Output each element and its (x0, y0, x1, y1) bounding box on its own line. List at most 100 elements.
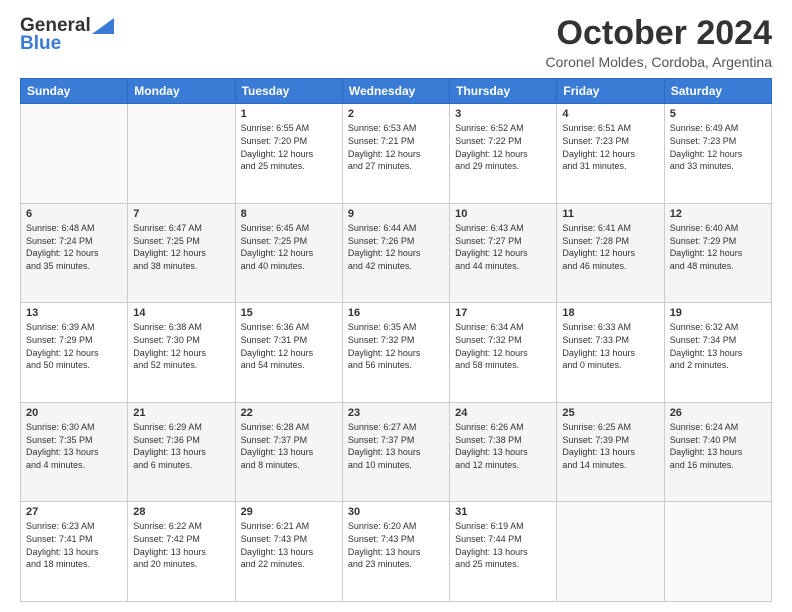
day-info: Sunrise: 6:48 AM Sunset: 7:24 PM Dayligh… (26, 222, 122, 272)
day-number: 13 (26, 307, 122, 319)
day-number: 5 (670, 108, 766, 120)
page: General Blue October 2024 Coronel Moldes… (0, 0, 792, 612)
title-section: October 2024 Coronel Moldes, Cordoba, Ar… (546, 15, 772, 70)
calendar-cell: 3 Sunrise: 6:52 AM Sunset: 7:22 PM Daylig… (450, 104, 557, 204)
day-info: Sunrise: 6:41 AM Sunset: 7:28 PM Dayligh… (562, 222, 658, 272)
day-header-saturday: Saturday (664, 79, 771, 104)
day-info: Sunrise: 6:43 AM Sunset: 7:27 PM Dayligh… (455, 222, 551, 272)
calendar-cell: 8 Sunrise: 6:45 AM Sunset: 7:25 PM Daylig… (235, 203, 342, 303)
calendar-cell: 9 Sunrise: 6:44 AM Sunset: 7:26 PM Daylig… (342, 203, 449, 303)
day-number: 30 (348, 506, 444, 518)
day-number: 16 (348, 307, 444, 319)
calendar-cell: 2 Sunrise: 6:53 AM Sunset: 7:21 PM Daylig… (342, 104, 449, 204)
day-number: 8 (241, 208, 337, 220)
day-info: Sunrise: 6:55 AM Sunset: 7:20 PM Dayligh… (241, 122, 337, 172)
day-number: 15 (241, 307, 337, 319)
day-info: Sunrise: 6:36 AM Sunset: 7:31 PM Dayligh… (241, 321, 337, 371)
day-info: Sunrise: 6:40 AM Sunset: 7:29 PM Dayligh… (670, 222, 766, 272)
day-info: Sunrise: 6:26 AM Sunset: 7:38 PM Dayligh… (455, 421, 551, 471)
calendar-cell (21, 104, 128, 204)
day-info: Sunrise: 6:51 AM Sunset: 7:23 PM Dayligh… (562, 122, 658, 172)
header: General Blue October 2024 Coronel Moldes… (20, 15, 772, 70)
day-number: 10 (455, 208, 551, 220)
calendar-week-3: 13Sunrise: 6:39 AM Sunset: 7:29 PM Dayli… (21, 303, 772, 403)
day-header-wednesday: Wednesday (342, 79, 449, 104)
day-info: Sunrise: 6:45 AM Sunset: 7:25 PM Dayligh… (241, 222, 337, 272)
calendar-cell: 1 Sunrise: 6:55 AM Sunset: 7:20 PM Daylig… (235, 104, 342, 204)
day-info: Sunrise: 6:32 AM Sunset: 7:34 PM Dayligh… (670, 321, 766, 371)
calendar-cell: 17Sunrise: 6:34 AM Sunset: 7:32 PM Dayli… (450, 303, 557, 403)
day-number: 21 (133, 407, 229, 419)
calendar-week-5: 27 Sunrise: 6:23 AM Sunset: 7:41 PM Dayli… (21, 502, 772, 602)
calendar-cell: 15 Sunrise: 6:36 AM Sunset: 7:31 PM Dayli… (235, 303, 342, 403)
day-number: 14 (133, 307, 229, 319)
day-number: 18 (562, 307, 658, 319)
day-info: Sunrise: 6:53 AM Sunset: 7:21 PM Dayligh… (348, 122, 444, 172)
location: Coronel Moldes, Cordoba, Argentina (546, 54, 772, 70)
calendar-cell: 27 Sunrise: 6:23 AM Sunset: 7:41 PM Dayli… (21, 502, 128, 602)
calendar-cell: 18 Sunrise: 6:33 AM Sunset: 7:33 PM Dayli… (557, 303, 664, 403)
calendar-week-2: 6 Sunrise: 6:48 AM Sunset: 7:24 PM Daylig… (21, 203, 772, 303)
calendar-cell: 22 Sunrise: 6:28 AM Sunset: 7:37 PM Dayli… (235, 402, 342, 502)
day-info: Sunrise: 6:44 AM Sunset: 7:26 PM Dayligh… (348, 222, 444, 272)
day-number: 28 (133, 506, 229, 518)
day-info: Sunrise: 6:28 AM Sunset: 7:37 PM Dayligh… (241, 421, 337, 471)
calendar-cell: 30 Sunrise: 6:20 AM Sunset: 7:43 PM Dayli… (342, 502, 449, 602)
day-number: 29 (241, 506, 337, 518)
calendar-cell: 6 Sunrise: 6:48 AM Sunset: 7:24 PM Daylig… (21, 203, 128, 303)
day-info: Sunrise: 6:22 AM Sunset: 7:42 PM Dayligh… (133, 520, 229, 570)
day-number: 4 (562, 108, 658, 120)
day-number: 6 (26, 208, 122, 220)
calendar-cell: 28 Sunrise: 6:22 AM Sunset: 7:42 PM Dayli… (128, 502, 235, 602)
day-info: Sunrise: 6:25 AM Sunset: 7:39 PM Dayligh… (562, 421, 658, 471)
day-number: 26 (670, 407, 766, 419)
calendar-cell: 23 Sunrise: 6:27 AM Sunset: 7:37 PM Dayli… (342, 402, 449, 502)
calendar-cell: 13Sunrise: 6:39 AM Sunset: 7:29 PM Dayli… (21, 303, 128, 403)
calendar-cell: 7Sunrise: 6:47 AM Sunset: 7:25 PM Daylig… (128, 203, 235, 303)
month-year: October 2024 (546, 15, 772, 52)
calendar-cell: 4 Sunrise: 6:51 AM Sunset: 7:23 PM Daylig… (557, 104, 664, 204)
day-header-monday: Monday (128, 79, 235, 104)
day-info: Sunrise: 6:19 AM Sunset: 7:44 PM Dayligh… (455, 520, 551, 570)
day-number: 12 (670, 208, 766, 220)
day-info: Sunrise: 6:52 AM Sunset: 7:22 PM Dayligh… (455, 122, 551, 172)
day-number: 3 (455, 108, 551, 120)
day-number: 31 (455, 506, 551, 518)
day-number: 11 (562, 208, 658, 220)
calendar-cell: 12 Sunrise: 6:40 AM Sunset: 7:29 PM Dayli… (664, 203, 771, 303)
day-info: Sunrise: 6:30 AM Sunset: 7:35 PM Dayligh… (26, 421, 122, 471)
calendar-cell (664, 502, 771, 602)
day-info: Sunrise: 6:23 AM Sunset: 7:41 PM Dayligh… (26, 520, 122, 570)
day-number: 9 (348, 208, 444, 220)
day-header-friday: Friday (557, 79, 664, 104)
day-number: 22 (241, 407, 337, 419)
calendar-cell: 31 Sunrise: 6:19 AM Sunset: 7:44 PM Dayli… (450, 502, 557, 602)
day-info: Sunrise: 6:21 AM Sunset: 7:43 PM Dayligh… (241, 520, 337, 570)
day-number: 2 (348, 108, 444, 120)
calendar-cell: 24Sunrise: 6:26 AM Sunset: 7:38 PM Dayli… (450, 402, 557, 502)
day-number: 19 (670, 307, 766, 319)
day-info: Sunrise: 6:34 AM Sunset: 7:32 PM Dayligh… (455, 321, 551, 371)
day-info: Sunrise: 6:27 AM Sunset: 7:37 PM Dayligh… (348, 421, 444, 471)
calendar-cell: 25 Sunrise: 6:25 AM Sunset: 7:39 PM Dayli… (557, 402, 664, 502)
day-info: Sunrise: 6:20 AM Sunset: 7:43 PM Dayligh… (348, 520, 444, 570)
calendar-cell: 21Sunrise: 6:29 AM Sunset: 7:36 PM Dayli… (128, 402, 235, 502)
day-number: 27 (26, 506, 122, 518)
calendar-header-row: SundayMondayTuesdayWednesdayThursdayFrid… (21, 79, 772, 104)
calendar-cell: 11 Sunrise: 6:41 AM Sunset: 7:28 PM Dayli… (557, 203, 664, 303)
day-number: 23 (348, 407, 444, 419)
logo-icon (92, 18, 114, 34)
day-number: 1 (241, 108, 337, 120)
logo: General Blue (20, 15, 114, 55)
day-info: Sunrise: 6:47 AM Sunset: 7:25 PM Dayligh… (133, 222, 229, 272)
day-info: Sunrise: 6:38 AM Sunset: 7:30 PM Dayligh… (133, 321, 229, 371)
day-info: Sunrise: 6:33 AM Sunset: 7:33 PM Dayligh… (562, 321, 658, 371)
calendar-cell (557, 502, 664, 602)
calendar-cell (128, 104, 235, 204)
day-header-tuesday: Tuesday (235, 79, 342, 104)
day-number: 25 (562, 407, 658, 419)
calendar-cell: 5 Sunrise: 6:49 AM Sunset: 7:23 PM Daylig… (664, 104, 771, 204)
calendar-week-1: 1 Sunrise: 6:55 AM Sunset: 7:20 PM Daylig… (21, 104, 772, 204)
day-info: Sunrise: 6:49 AM Sunset: 7:23 PM Dayligh… (670, 122, 766, 172)
calendar-cell: 14 Sunrise: 6:38 AM Sunset: 7:30 PM Dayli… (128, 303, 235, 403)
